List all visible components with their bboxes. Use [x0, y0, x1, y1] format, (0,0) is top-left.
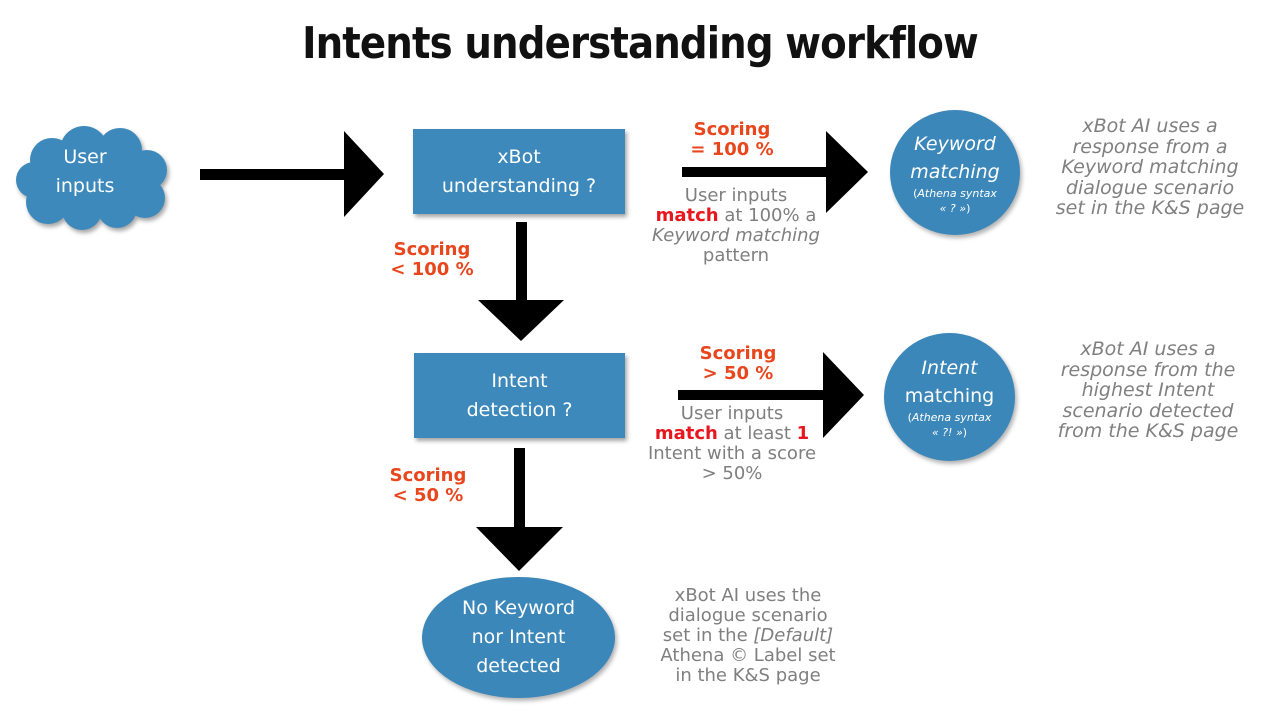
syntax-label: Athena syntax [911, 411, 992, 424]
keyword-matching-symbol: « ? ») [940, 201, 971, 216]
scoring-equal-100-label: Scoring = 100 % [672, 120, 792, 160]
syntax-label: Athena syntax [917, 186, 997, 200]
result-line: xBot AI uses a [1080, 338, 1216, 360]
desc-line: match at 100% a [636, 206, 836, 226]
result-line: set in the [Default] [638, 626, 858, 646]
match-highlight: match [655, 205, 719, 226]
scoring-less-50-label: Scoring < 50 % [368, 466, 488, 506]
desc-text: at least [717, 423, 797, 444]
keyword-match-description: User inputs match at 100% a Keyword matc… [636, 186, 836, 266]
xbot-understanding-line2: understanding ? [441, 174, 597, 197]
keyword-matching-syntax: (Athena syntax [913, 186, 997, 201]
desc-line: Keyword matching [652, 225, 820, 246]
keyword-matching-title-line2: matching [910, 160, 1000, 183]
result-line: dialogue scenario [1065, 176, 1235, 199]
scoring-word: Scoring [693, 119, 771, 140]
desc-line: > 50% [701, 463, 763, 484]
intent-matching-node: Intent matching (Athena syntax « ?! ») [884, 333, 1015, 461]
no-match-line1: No Keyword [461, 597, 576, 619]
result-line: xBot AI uses a [1082, 115, 1218, 137]
paren: ) [962, 426, 968, 439]
result-line: set in the K&S page [1055, 197, 1245, 219]
result-line: in the K&S page [675, 665, 821, 686]
result-line: highest Intent [1081, 379, 1215, 401]
keyword-result-description: xBot AI uses a response from a Keyword m… [1045, 116, 1255, 219]
xbot-understanding-node: xBot understanding ? [413, 129, 625, 214]
count-highlight: 1 [796, 423, 810, 444]
keyword-matching-node: Keyword matching (Athena syntax « ? ») [890, 110, 1020, 235]
scoring-word: Scoring [389, 465, 467, 486]
result-line: dialogue scenario [668, 605, 828, 626]
result-line: response from a [1072, 135, 1228, 158]
xbot-understanding-line1: xBot [497, 145, 541, 168]
intent-detection-line2: detection ? [466, 398, 573, 421]
desc-line: pattern [702, 245, 770, 266]
keyword-matching-title-line1: Keyword [914, 132, 996, 155]
scoring-word: Scoring [699, 343, 777, 364]
intent-result-description: xBot AI uses a response from the highest… [1043, 339, 1253, 442]
syntax-symbol: « ? » [939, 201, 967, 215]
result-line: xBot AI uses the [674, 585, 822, 606]
no-match-node: No Keyword nor Intent detected [422, 577, 615, 698]
intent-detection-node: Intent detection ? [414, 353, 625, 438]
intent-matching-symbol: « ?! ») [932, 425, 967, 440]
user-inputs-node: User inputs [12, 120, 172, 232]
user-inputs-line2: inputs [55, 175, 115, 197]
intent-matching-title-line1: Intent [921, 357, 978, 379]
intent-match-description: User inputs match at least 1 Intent with… [632, 404, 832, 484]
default-result-description: xBot AI uses the dialogue scenario set i… [638, 586, 858, 686]
user-inputs-line1: User [63, 146, 107, 168]
desc-line: Intent with a score [647, 443, 817, 464]
scoring-word: Scoring [393, 239, 471, 260]
arrow-intent-to-no-match [476, 448, 563, 571]
result-line: scenario detected [1062, 399, 1234, 422]
scoring-value: < 50 % [392, 485, 464, 506]
match-highlight: match [654, 423, 718, 444]
arrow-user-to-xbot [200, 131, 384, 217]
scoring-greater-50-label: Scoring > 50 % [678, 344, 798, 384]
intent-detection-line1: Intent [491, 369, 548, 392]
result-line: Athena © Label set [660, 645, 836, 666]
default-label: [Default] [753, 625, 834, 646]
result-line: Keyword matching [1061, 156, 1239, 178]
result-line: from the K&S page [1057, 420, 1239, 442]
result-text: set in the [662, 625, 754, 646]
syntax-symbol: « ?! » [931, 426, 963, 439]
paren: ) [966, 201, 971, 215]
no-match-line3: detected [476, 655, 561, 677]
desc-text: at 100% a [718, 205, 817, 226]
scoring-value: < 100 % [390, 259, 474, 280]
intent-matching-syntax: (Athena syntax [908, 410, 992, 425]
no-match-line2: nor Intent [471, 626, 566, 648]
scoring-value: > 50 % [702, 363, 774, 384]
result-line: response from the [1060, 358, 1236, 381]
intent-matching-title-line2: matching [904, 385, 995, 407]
scoring-less-100-label: Scoring < 100 % [372, 240, 492, 280]
desc-line: User inputs [684, 185, 788, 206]
desc-line: match at least 1 [632, 424, 832, 444]
scoring-value: = 100 % [690, 139, 774, 160]
desc-line: User inputs [680, 403, 784, 424]
